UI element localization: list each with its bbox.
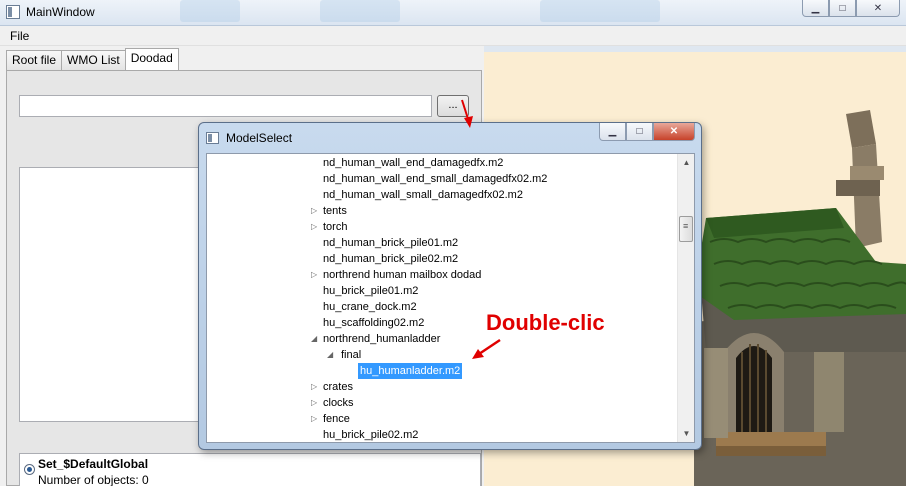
double-click-annotation: Double-clic [486, 310, 605, 335]
annotation-arrow-item [478, 338, 501, 356]
annotation-layer [461, 99, 501, 359]
arrowhead-icon [464, 116, 473, 128]
